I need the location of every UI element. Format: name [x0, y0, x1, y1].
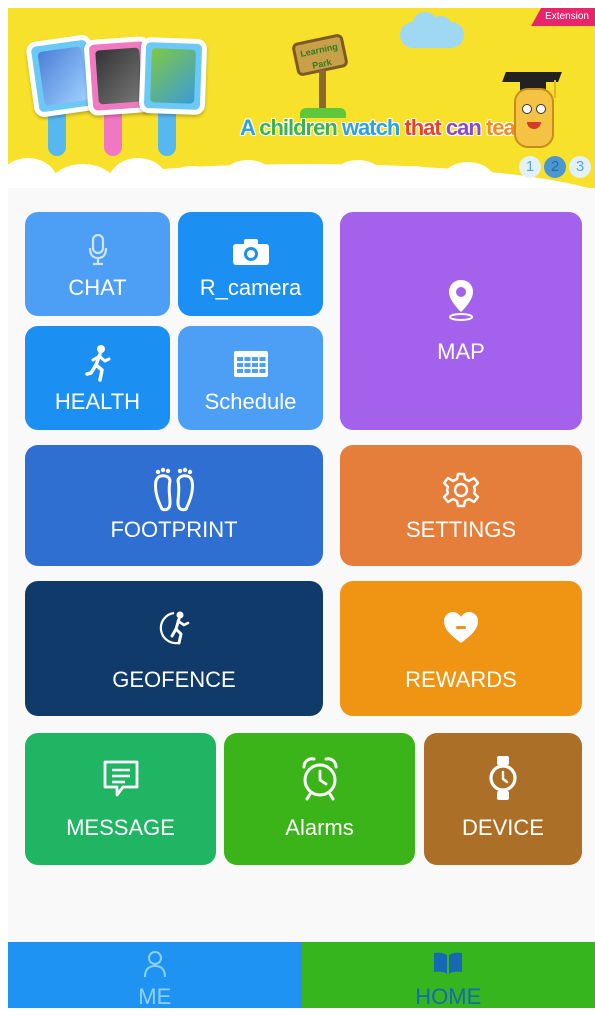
pencil-mascot — [514, 88, 554, 148]
rewards-tile[interactable]: REWARDS — [340, 581, 582, 716]
bottom-tab-bar: ME HOME — [8, 942, 595, 1008]
extension-badge: Extension — [531, 8, 595, 26]
alarms-tile[interactable]: Alarms — [224, 733, 415, 865]
schedule-tile[interactable]: Schedule — [178, 326, 323, 430]
running-person-icon — [25, 344, 170, 382]
message-icon — [25, 759, 216, 799]
message-tile[interactable]: MESSAGE — [25, 733, 216, 865]
chat-tile[interactable]: CHAT — [25, 212, 170, 316]
promo-banner[interactable]: Extension Learning Park A children watch… — [8, 8, 595, 188]
geofence-label: GEOFENCE — [112, 667, 236, 692]
page-indicator-active[interactable]: 2 — [544, 156, 566, 178]
rewards-label: REWARDS — [405, 667, 517, 692]
settings-label: SETTINGS — [405, 517, 516, 542]
r-camera-label: R_camera — [199, 275, 302, 300]
geofence-runner-icon — [25, 609, 323, 647]
slogan-word: that — [404, 115, 441, 140]
watch-image — [138, 36, 208, 116]
health-tile[interactable]: HEALTH — [25, 326, 170, 430]
footprint-tile[interactable]: FOOTPRINT — [25, 445, 323, 566]
tab-me[interactable]: ME — [8, 942, 302, 1008]
location-pin-icon — [340, 278, 582, 322]
camera-icon — [178, 238, 323, 266]
health-label: HEALTH — [54, 389, 141, 414]
banner-slogan: A children watch that can teach — [240, 115, 539, 141]
heart-icon — [340, 611, 582, 645]
app-screen: Extension Learning Park A children watch… — [8, 8, 595, 1008]
map-label: MAP — [437, 339, 485, 364]
footprint-label: FOOTPRINT — [110, 517, 238, 542]
device-tile[interactable]: DEVICE — [424, 733, 582, 865]
footprints-icon — [25, 467, 323, 513]
cloud-decoration — [400, 12, 464, 48]
book-icon — [302, 950, 595, 976]
alarms-label: Alarms — [285, 815, 354, 840]
settings-tile[interactable]: SETTINGS — [340, 445, 582, 566]
device-label: DEVICE — [462, 815, 544, 840]
gear-icon — [340, 471, 582, 509]
tab-home[interactable]: HOME — [301, 942, 595, 1008]
tab-me-label: ME — [138, 984, 172, 1008]
alarm-clock-icon — [224, 755, 415, 801]
person-icon — [8, 950, 302, 978]
message-label: MESSAGE — [66, 815, 175, 840]
map-tile[interactable]: MAP — [340, 212, 582, 430]
chat-label: CHAT — [68, 275, 127, 300]
watch-icon — [424, 755, 582, 801]
slogan-word: children — [259, 115, 338, 140]
banner-pager: 1 2 3 — [519, 156, 591, 178]
tab-home-label: HOME — [415, 984, 482, 1008]
microphone-icon — [25, 234, 170, 266]
schedule-label: Schedule — [204, 389, 297, 414]
slogan-word: A — [240, 115, 255, 140]
geofence-tile[interactable]: GEOFENCE — [25, 581, 323, 716]
page-indicator[interactable]: 3 — [569, 156, 591, 178]
page-indicator[interactable]: 1 — [519, 156, 541, 178]
slogan-word: can — [445, 115, 482, 140]
timetable-icon — [178, 350, 323, 378]
r-camera-tile[interactable]: R_camera — [178, 212, 323, 316]
cap-tassel — [554, 80, 556, 98]
slogan-word: watch — [341, 115, 400, 140]
